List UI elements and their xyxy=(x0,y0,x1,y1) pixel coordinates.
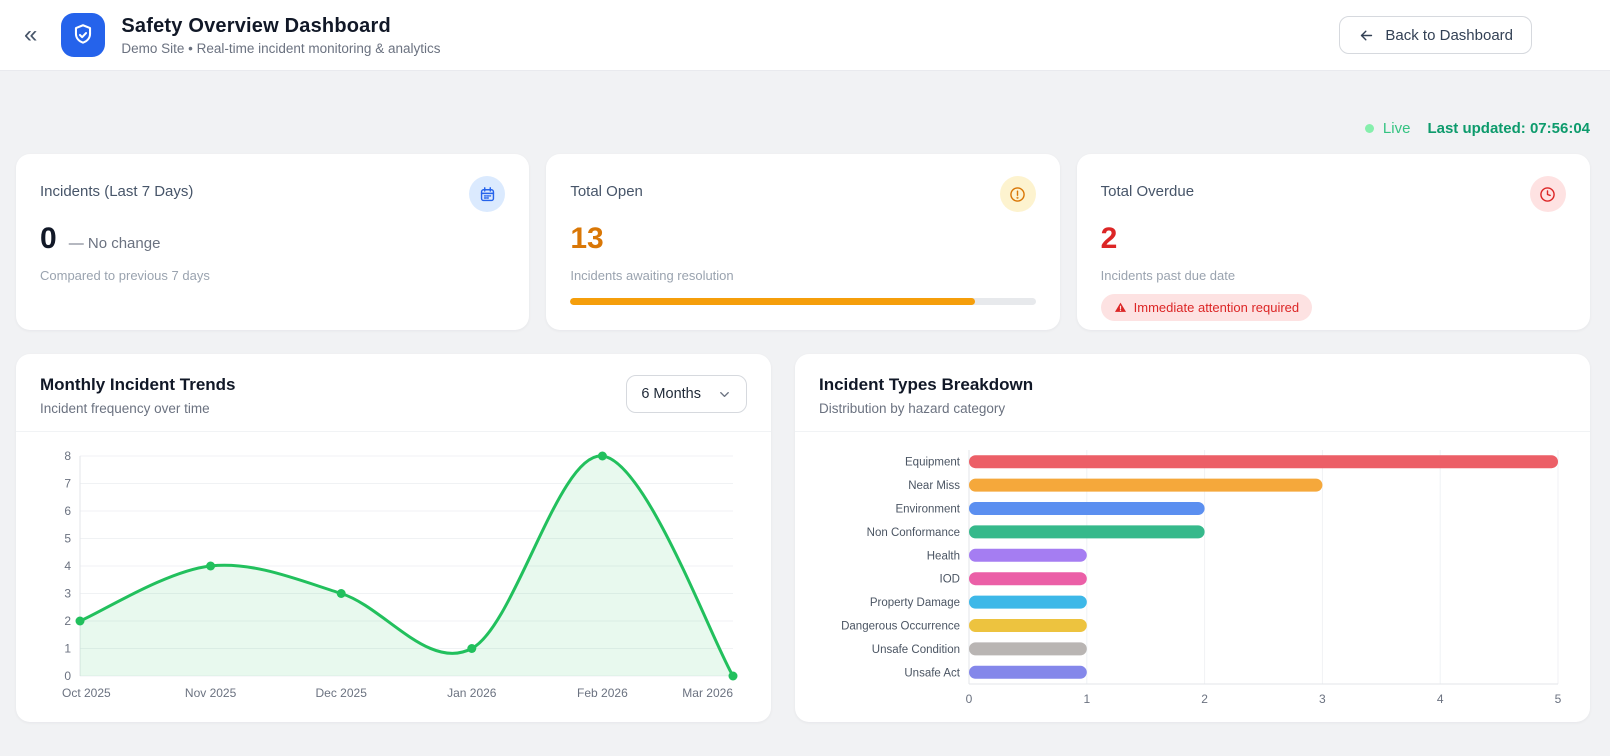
open-progress-track xyxy=(570,298,1036,305)
svg-text:2: 2 xyxy=(1201,692,1208,706)
dashboard-main: Live Last updated: 07:56:04 Incidents (L… xyxy=(0,119,1610,722)
chart-card-incident-types: Incident Types Breakdown Distribution by… xyxy=(795,354,1590,722)
live-dot-icon xyxy=(1364,124,1374,133)
svg-text:7: 7 xyxy=(64,477,71,491)
svg-text:Dangerous Occurrence: Dangerous Occurrence xyxy=(841,621,960,633)
svg-text:Environment: Environment xyxy=(895,504,960,516)
svg-text:8: 8 xyxy=(64,449,71,463)
svg-text:Unsafe Condition: Unsafe Condition xyxy=(872,644,960,656)
svg-text:5: 5 xyxy=(64,532,71,546)
svg-text:Mar 2026: Mar 2026 xyxy=(682,686,733,700)
svg-text:1: 1 xyxy=(1083,692,1090,706)
svg-text:Near Miss: Near Miss xyxy=(908,480,960,492)
svg-text:Dec 2025: Dec 2025 xyxy=(316,686,368,700)
stat-change-label: — No change xyxy=(68,235,161,252)
stat-title: Total Open xyxy=(570,183,643,200)
stat-card-incidents-7-days: Incidents (Last 7 Days) 0 — No change Co… xyxy=(16,154,530,330)
overdue-attention-badge: Immediate attention required xyxy=(1100,294,1313,321)
range-selector-dropdown[interactable]: 6 Months xyxy=(626,375,747,413)
svg-text:Unsafe Act: Unsafe Act xyxy=(904,667,960,679)
last-updated-text: Last updated: 07:56:04 xyxy=(1427,120,1590,137)
svg-text:3: 3 xyxy=(1319,692,1326,706)
brand-tile xyxy=(61,13,106,57)
chart-title: Monthly Incident Trends xyxy=(40,375,236,394)
stat-value: 2 xyxy=(1100,222,1118,255)
stat-title: Incidents (Last 7 Days) xyxy=(40,183,194,200)
bar-chart-canvas[interactable]: 0 1 2 3 4 5 Equipment Near Miss Environment Non C… xyxy=(819,444,1570,710)
stat-card-total-open: Total Open 13 Incidents awaiting resolut… xyxy=(546,154,1060,330)
badge-label: Immediate attention required xyxy=(1133,300,1300,315)
live-indicator: Live Last updated: 07:56:04 xyxy=(16,119,1590,138)
svg-text:IOD: IOD xyxy=(940,574,960,586)
svg-text:Nov 2025: Nov 2025 xyxy=(185,686,237,700)
open-progress-fill xyxy=(570,298,976,305)
warning-triangle-icon xyxy=(1114,301,1127,314)
collapse-sidebar-button[interactable]: « xyxy=(16,19,45,51)
calendar-icon xyxy=(469,176,506,212)
svg-text:2: 2 xyxy=(64,614,71,628)
svg-text:1: 1 xyxy=(64,642,71,656)
stat-caption: Incidents awaiting resolution xyxy=(570,268,734,283)
chart-title: Incident Types Breakdown xyxy=(819,375,1034,394)
stat-card-total-overdue: Total Overdue 2 Incidents past due date … xyxy=(1076,154,1590,330)
chart-card-monthly-trends: Monthly Incident Trends Incident frequen… xyxy=(16,354,771,722)
svg-text:3: 3 xyxy=(64,587,71,601)
svg-text:Property Damage: Property Damage xyxy=(870,597,960,609)
stat-cards-row: Incidents (Last 7 Days) 0 — No change Co… xyxy=(16,154,1590,330)
chevron-down-icon xyxy=(717,387,732,402)
stat-caption: Compared to previous 7 days xyxy=(40,268,210,283)
title-block: Safety Overview Dashboard Demo Site • Re… xyxy=(121,15,440,56)
stat-title: Total Overdue xyxy=(1100,183,1195,200)
svg-text:Equipment: Equipment xyxy=(905,457,961,469)
svg-text:Feb 2026: Feb 2026 xyxy=(577,686,628,700)
arrow-left-icon xyxy=(1358,27,1375,44)
range-selector-value: 6 Months xyxy=(641,386,701,402)
back-to-dashboard-button[interactable]: Back to Dashboard xyxy=(1339,16,1532,54)
svg-text:4: 4 xyxy=(1437,692,1444,706)
stat-value: 0 xyxy=(40,222,57,255)
stat-caption: Incidents past due date xyxy=(1100,268,1236,283)
svg-text:Oct 2025: Oct 2025 xyxy=(62,686,111,700)
back-button-label: Back to Dashboard xyxy=(1385,26,1513,44)
alert-circle-icon xyxy=(999,176,1036,212)
svg-text:4: 4 xyxy=(64,559,71,573)
clock-icon xyxy=(1529,176,1566,212)
charts-row: Monthly Incident Trends Incident frequen… xyxy=(16,354,1590,722)
svg-text:6: 6 xyxy=(64,504,71,518)
live-label: Live xyxy=(1382,120,1411,137)
line-chart-canvas[interactable]: 0 1 2 3 4 5 6 7 8 Oct 2025 Nov 2025 Dec 2025 Jan 202… xyxy=(40,444,747,706)
page-title: Safety Overview Dashboard xyxy=(121,14,391,37)
stat-value: 13 xyxy=(570,222,604,255)
page-subtitle: Demo Site • Real-time incident monitorin… xyxy=(121,40,441,56)
shield-check-icon xyxy=(70,22,96,48)
svg-text:0: 0 xyxy=(64,669,71,683)
chart-subtitle: Distribution by hazard category xyxy=(819,401,1006,416)
app-header: « Safety Overview Dashboard Demo Site • … xyxy=(0,0,1610,71)
svg-text:Health: Health xyxy=(927,550,960,562)
svg-text:0: 0 xyxy=(966,692,973,706)
svg-text:Non Conformance: Non Conformance xyxy=(867,527,960,539)
svg-text:5: 5 xyxy=(1555,692,1562,706)
chart-subtitle: Incident frequency over time xyxy=(40,401,210,416)
svg-text:Jan 2026: Jan 2026 xyxy=(447,686,497,700)
